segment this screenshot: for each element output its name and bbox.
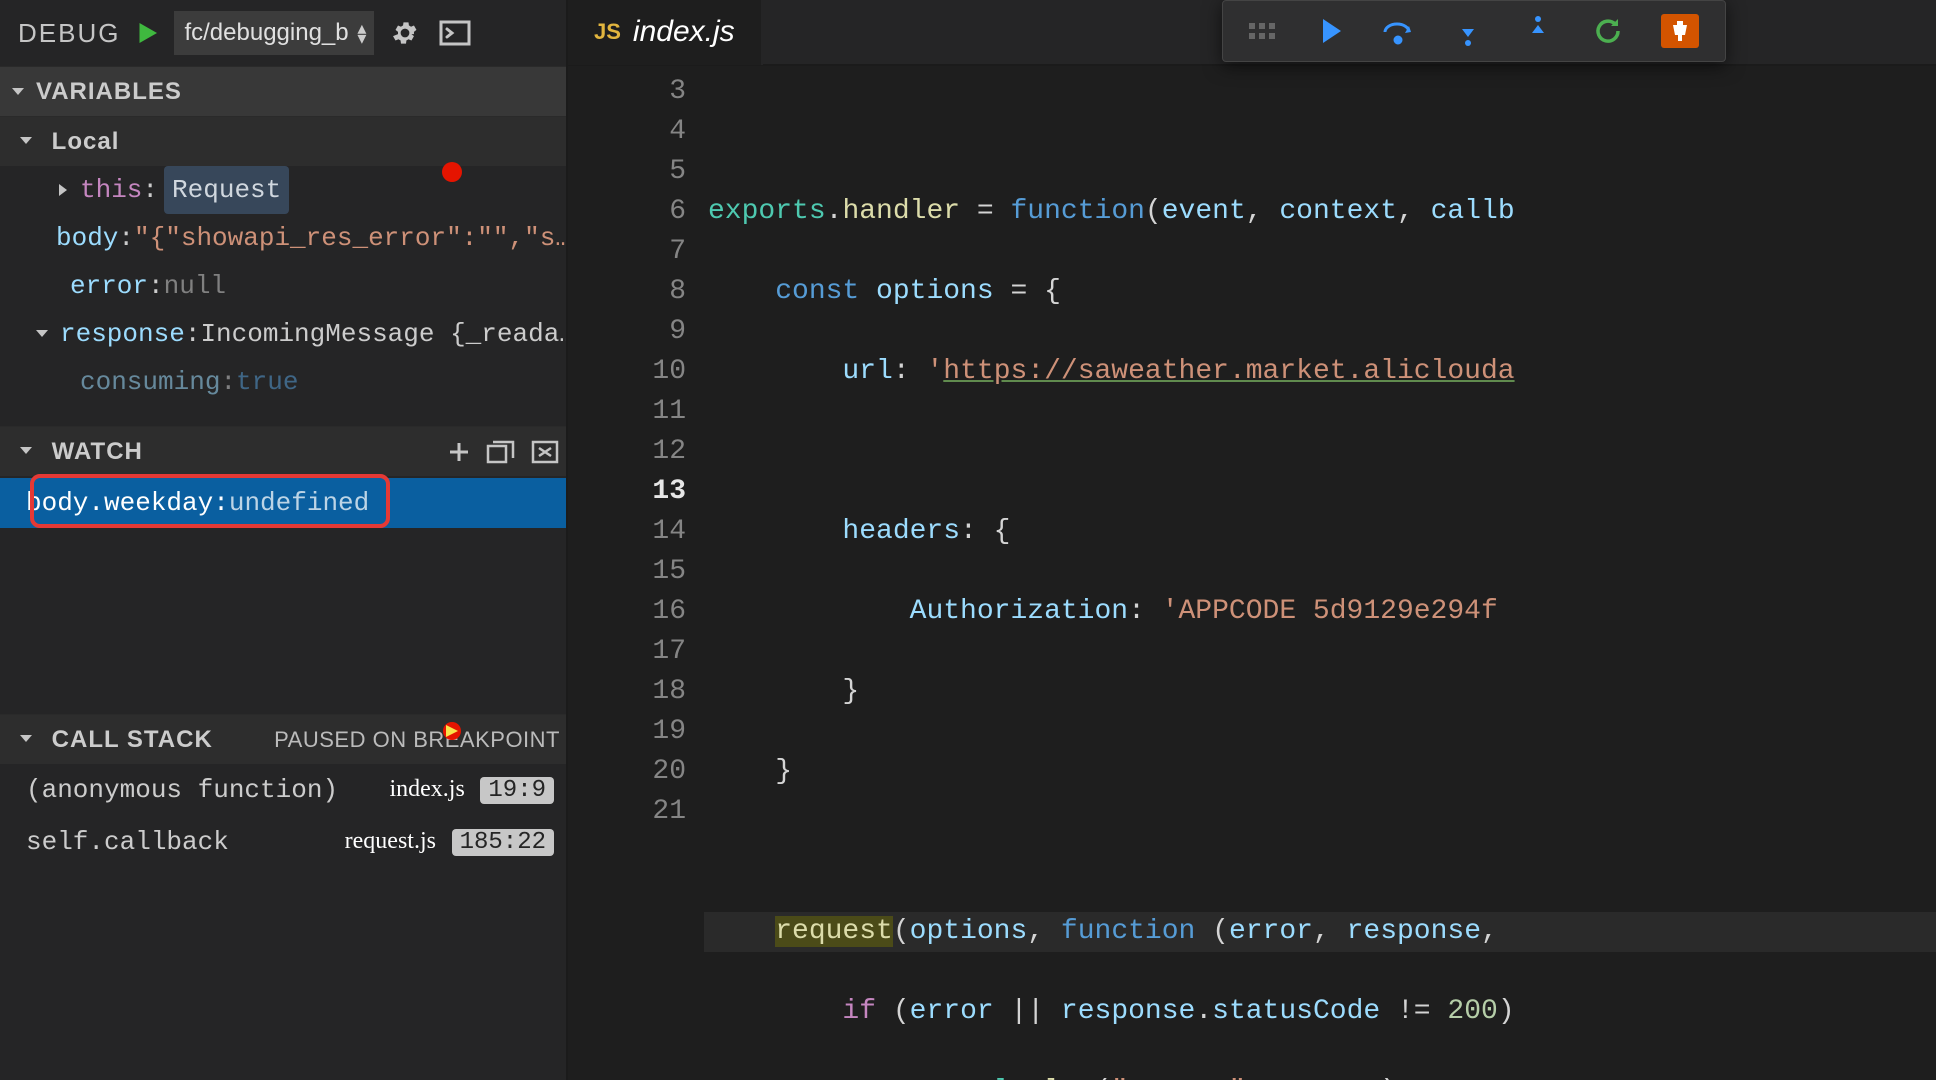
callstack-frame[interactable]: (anonymous function) index.js 19:9 [0, 764, 566, 816]
callstack-title: CALL STACK [52, 726, 213, 753]
debug-toolbar: DEBUG fc/debugging_b ▴▾ [0, 0, 566, 66]
debug-config-value: fc/debugging_b [184, 19, 348, 47]
var-value: null [164, 262, 226, 310]
variables-title: VARIABLES [36, 78, 182, 106]
watch-name: body.weekday [26, 488, 213, 518]
variables-section-header[interactable]: VARIABLES [0, 66, 566, 116]
var-name: body [56, 214, 118, 262]
continue-icon[interactable] [1311, 14, 1345, 48]
chevron-down-icon [18, 443, 34, 459]
step-into-icon[interactable] [1451, 14, 1485, 48]
line-number: 6 [568, 192, 686, 232]
line-number: 12 [568, 432, 686, 472]
variable-row[interactable]: body: "{"showapi_res_error":"","s… [0, 214, 566, 262]
chevron-down-icon [34, 326, 50, 342]
watch-section-header[interactable]: WATCH [0, 426, 566, 476]
line-number: 17 [568, 632, 686, 672]
debug-label: DEBUG [18, 18, 120, 49]
variable-row[interactable]: this: Request [0, 166, 566, 214]
line-number: 3 [568, 72, 686, 112]
current-frame-icon [438, 718, 466, 746]
line-number: 18 [568, 672, 686, 712]
add-watch-icon[interactable] [446, 439, 472, 465]
chevron-down-icon [10, 84, 26, 100]
frame-file: index.js [389, 776, 464, 802]
watch-expression-row[interactable]: body.weekday: undefined [0, 478, 566, 528]
line-number-gutter: 3 4 5 6 7 8 9 10 11 12 13 14 15 16 17 18… [568, 66, 704, 1080]
collapse-all-icon[interactable] [486, 439, 516, 465]
line-number: 19 [568, 712, 686, 752]
line-number: 4 [568, 112, 686, 152]
line-number: 16 [568, 592, 686, 632]
watch-list: body.weekday: undefined [0, 476, 566, 714]
line-number: 13 [568, 472, 686, 512]
file-tab-indexjs[interactable]: JS index.js [568, 0, 763, 65]
variable-row[interactable]: error: null [0, 262, 566, 310]
frame-fn: self.callback [26, 817, 229, 867]
var-name: consuming [80, 358, 220, 406]
variables-list: this: Request body: "{"showapi_res_error… [0, 166, 566, 426]
chevron-down-icon [18, 731, 34, 747]
frame-file: request.js [345, 828, 436, 854]
debug-config-select[interactable]: fc/debugging_b ▴▾ [174, 11, 374, 55]
callstack-frame[interactable]: self.callback request.js 185:22 [0, 816, 566, 868]
debug-sidebar: DEBUG fc/debugging_b ▴▾ VARIABLES Local … [0, 0, 568, 1080]
var-value: true [236, 358, 298, 406]
variable-row[interactable]: consuming: true [0, 358, 566, 406]
line-number: 9 [568, 312, 686, 352]
local-title: Local [52, 128, 120, 155]
disconnect-icon[interactable] [1661, 14, 1699, 48]
file-name: index.js [633, 15, 735, 49]
frame-pos: 19:9 [480, 777, 554, 804]
callstack-status: PAUSED ON BREAKPOINT [274, 727, 560, 753]
line-number: 5 [568, 152, 686, 192]
chevron-right-icon [56, 183, 70, 197]
remove-all-icon[interactable] [530, 439, 560, 465]
line-number: 7 [568, 232, 686, 272]
var-value: "{"showapi_res_error":"","s… [134, 214, 566, 262]
frame-pos: 185:22 [452, 829, 554, 856]
drag-handle-icon[interactable] [1249, 23, 1275, 39]
line-number: 15 [568, 552, 686, 592]
var-name: response [60, 310, 185, 358]
var-name: this [80, 166, 142, 214]
callstack-list: (anonymous function) index.js 19:9 self.… [0, 764, 566, 868]
line-number: 11 [568, 392, 686, 432]
tab-bar: JS index.js [568, 0, 1936, 66]
watch-title: WATCH [52, 438, 143, 465]
chevron-down-icon [18, 133, 34, 149]
line-number: 20 [568, 752, 686, 792]
local-scope-header[interactable]: Local [0, 116, 566, 166]
debug-floating-toolbar[interactable] [1222, 0, 1726, 62]
js-icon: JS [594, 19, 621, 45]
variable-row[interactable]: response: IncomingMessage {_reada… [0, 310, 566, 358]
restart-icon[interactable] [1591, 14, 1625, 48]
frame-fn: (anonymous function) [26, 765, 338, 815]
line-number: 21 [568, 792, 686, 832]
callstack-section-header[interactable]: CALL STACK PAUSED ON BREAKPOINT [0, 714, 566, 764]
var-name: error [70, 262, 148, 310]
step-out-icon[interactable] [1521, 14, 1555, 48]
line-number: 10 [568, 352, 686, 392]
editor-area: JS index.js 3 4 5 6 7 8 9 10 11 12 [568, 0, 1936, 1080]
debug-console-icon[interactable] [436, 14, 474, 52]
line-number: 14 [568, 512, 686, 552]
var-value: IncomingMessage {_reada… [200, 310, 566, 358]
var-value: Request [164, 166, 289, 214]
breakpoint-icon[interactable] [442, 162, 462, 182]
step-over-icon[interactable] [1381, 14, 1415, 48]
code-editor[interactable]: 3 4 5 6 7 8 9 10 11 12 13 14 15 16 17 18… [568, 66, 1936, 1080]
line-number: 8 [568, 272, 686, 312]
watch-value: undefined [229, 488, 369, 518]
start-debug-button[interactable] [132, 18, 162, 48]
gear-icon[interactable] [386, 14, 424, 52]
code-content[interactable]: exports.handler = function(event, contex… [704, 66, 1936, 1080]
